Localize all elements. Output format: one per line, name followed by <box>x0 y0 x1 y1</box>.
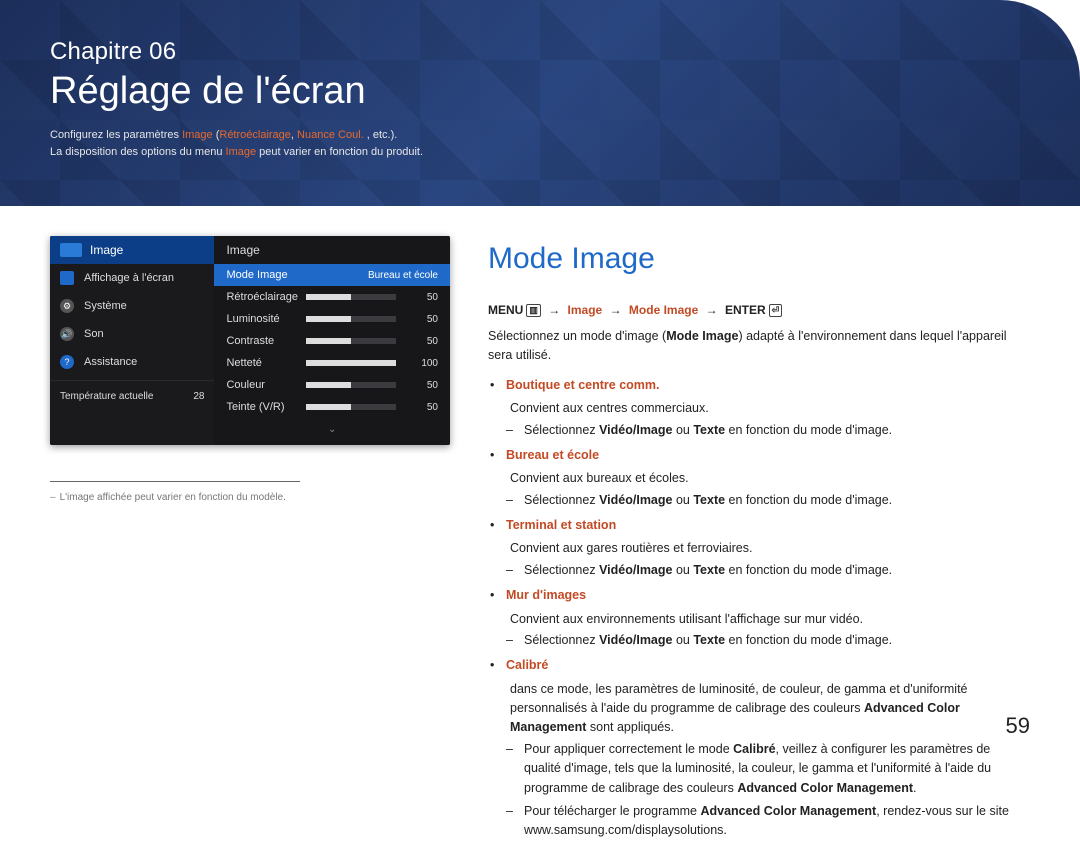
osd-panel-row: Netteté 100 <box>214 352 450 374</box>
osd-side-item: 🔊 Son <box>50 320 214 348</box>
mode-sub-item: Pour appliquer correctement le mode Cali… <box>520 740 1030 798</box>
mode-text: Convient aux environnements utilisant l'… <box>510 610 1030 629</box>
mode-name: Bureau et école <box>506 448 599 462</box>
osd-panel-row: Couleur 50 <box>214 374 450 396</box>
square-icon <box>60 271 74 285</box>
mode-sub-item: Sélectionnez Vidéo/Image ou Texte en fon… <box>520 631 1030 650</box>
son-icon: 🔊 <box>60 327 74 341</box>
osd-row-value: 50 <box>404 314 438 325</box>
osd-slider-fill <box>306 382 351 388</box>
osd-side-item-label: Son <box>84 328 104 340</box>
osd-slider-track <box>306 316 396 322</box>
mode-item: Calibré dans ce mode, les paramètres de l… <box>502 656 1030 840</box>
osd-slider-fill <box>306 404 351 410</box>
osd-side-header: Image <box>50 236 214 264</box>
osd-row-value: 50 <box>404 402 438 413</box>
osd-temperature: Température actuelle 28 <box>50 380 214 414</box>
osd-menu-screenshot: Image Affichage à l'écran ⚙ Système 🔊 Son? As… <box>50 236 450 445</box>
osd-slider-fill <box>306 316 351 322</box>
footnote: ‒L'image affichée peut varier en fonctio… <box>50 492 450 503</box>
mode-text: Convient aux bureaux et écoles. <box>510 469 1030 488</box>
osd-slider-fill <box>306 360 396 366</box>
osd-temp-label: Température actuelle <box>60 391 153 402</box>
chapter-label: Chapitre 06 <box>50 38 1030 66</box>
section-title: Mode Image <box>488 236 1030 283</box>
osd-slider-track <box>306 382 396 388</box>
osd-side-item: Affichage à l'écran <box>50 264 214 292</box>
menu-icon: ▥ <box>526 304 541 317</box>
osd-slider-fill <box>306 338 351 344</box>
osd-slider-track <box>306 360 396 366</box>
nav-path: MENU▥ → Image → Mode Image → ENTER⏎ <box>488 301 1030 320</box>
mode-name: Calibré <box>506 658 548 672</box>
osd-temp-value: 28 <box>193 391 204 402</box>
mode-sub-item: Sélectionnez Vidéo/Image ou Texte en fon… <box>520 561 1030 580</box>
osd-panel-header: Image <box>214 236 450 264</box>
mode-text: Convient aux gares routières et ferrovia… <box>510 539 1030 558</box>
mode-text: Convient aux centres commerciaux. <box>510 399 1030 418</box>
page-number: 59 <box>1006 713 1030 739</box>
osd-row-label: Rétroéclairage <box>226 291 298 303</box>
section-description: Sélectionnez un mode d'image (Mode Image… <box>488 327 1030 366</box>
chapter-title: Réglage de l'écran <box>50 70 1030 113</box>
osd-row-value: 50 <box>404 336 438 347</box>
osd-row-value: 100 <box>404 358 438 369</box>
mode-item: Terminal et station Convient aux gares ro… <box>502 516 1030 580</box>
osd-side-header-label: Image <box>90 243 123 257</box>
osd-panel-row: Mode ImageBureau et école <box>214 264 450 286</box>
mode-sublist: Pour appliquer correctement le mode Cali… <box>506 740 1030 841</box>
système-icon: ⚙ <box>60 299 74 313</box>
mode-name: Terminal et station <box>506 518 616 532</box>
osd-side-item: ? Assistance <box>50 348 214 376</box>
chapter-intro: Configurez les paramètres Image (Rétroéc… <box>50 127 1030 161</box>
osd-panel-row: Teinte (V/R) 50 <box>214 396 450 418</box>
osd-row-label: Contraste <box>226 335 298 347</box>
osd-row-value: 50 <box>404 292 438 303</box>
mode-sublist: Sélectionnez Vidéo/Image ou Texte en fon… <box>506 421 1030 440</box>
mode-sub-item: Sélectionnez Vidéo/Image ou Texte en fon… <box>520 421 1030 440</box>
osd-side-item: ⚙ Système <box>50 292 214 320</box>
osd-panel-row: Rétroéclairage 50 <box>214 286 450 308</box>
mode-item: Mur d'images Convient aux environnements … <box>502 586 1030 650</box>
osd-row-label: Netteté <box>226 357 298 369</box>
footnote-rule <box>50 481 300 482</box>
osd-slider-track <box>306 404 396 410</box>
osd-row-label: Teinte (V/R) <box>226 401 298 413</box>
mode-sublist: Sélectionnez Vidéo/Image ou Texte en fon… <box>506 491 1030 510</box>
image-icon <box>60 243 82 257</box>
mode-sub-item: Pour télécharger le programme Advanced C… <box>520 802 1030 841</box>
osd-slider-fill <box>306 294 351 300</box>
mode-text: dans ce mode, les paramètres de luminosi… <box>510 680 1030 738</box>
osd-side-item-label: Assistance <box>84 356 137 368</box>
osd-row-value: 50 <box>404 380 438 391</box>
modes-list: Boutique et centre comm. Convient aux cen… <box>488 376 1030 841</box>
osd-more-indicator: ⌄ <box>214 418 450 445</box>
mode-sublist: Sélectionnez Vidéo/Image ou Texte en fon… <box>506 631 1030 650</box>
assistance-icon: ? <box>60 355 74 369</box>
osd-side-item-label: Système <box>84 300 127 312</box>
chapter-header-band: Chapitre 06 Réglage de l'écran Configure… <box>0 0 1080 206</box>
mode-sub-item: Sélectionnez Vidéo/Image ou Texte en fon… <box>520 491 1030 510</box>
mode-item: Bureau et école Convient aux bureaux et é… <box>502 446 1030 510</box>
osd-panel-row: Luminosité 50 <box>214 308 450 330</box>
osd-row-label: Luminosité <box>226 313 298 325</box>
osd-side-item-label: Affichage à l'écran <box>84 272 174 284</box>
intro-red: Image <box>182 129 213 141</box>
mode-item: Boutique et centre comm. Convient aux cen… <box>502 376 1030 440</box>
osd-row-label: Mode Image <box>226 269 367 281</box>
mode-name: Mur d'images <box>506 588 586 602</box>
mode-name: Boutique et centre comm. <box>506 378 660 392</box>
osd-row-label: Couleur <box>226 379 298 391</box>
osd-row-value: Bureau et école <box>368 270 438 281</box>
osd-slider-track <box>306 294 396 300</box>
mode-sublist: Sélectionnez Vidéo/Image ou Texte en fon… <box>506 561 1030 580</box>
osd-panel-row: Contraste 50 <box>214 330 450 352</box>
intro-text: Configurez les paramètres <box>50 129 182 141</box>
osd-slider-track <box>306 338 396 344</box>
enter-icon: ⏎ <box>769 304 783 317</box>
